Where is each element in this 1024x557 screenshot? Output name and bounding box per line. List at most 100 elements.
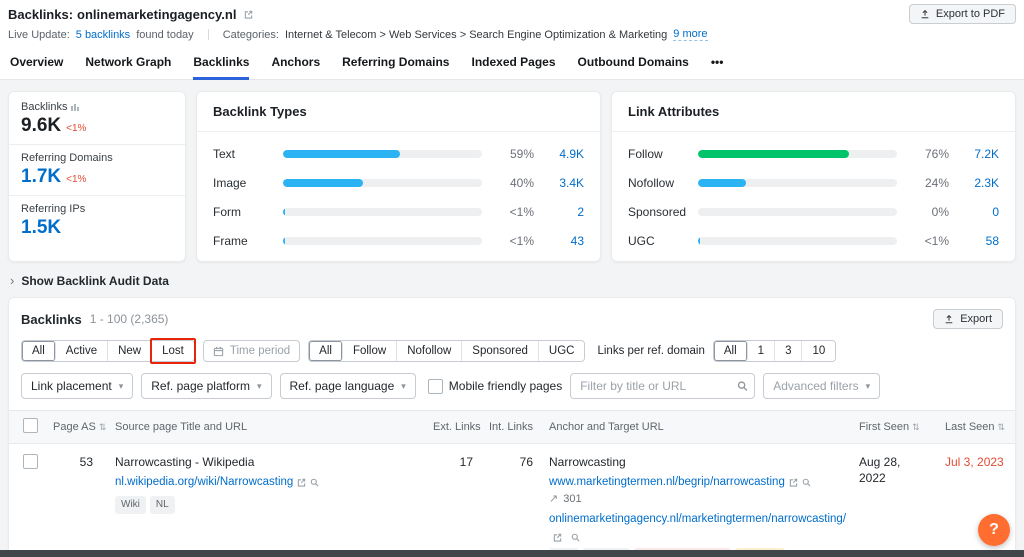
bar-row-image: Image 40% 3.4K (213, 176, 584, 190)
magnifier-icon[interactable] (310, 478, 319, 487)
categories-more-link[interactable]: 9 more (673, 28, 708, 41)
filter-lpd-10[interactable]: 10 (802, 341, 836, 361)
status-filter-group: All Active New Lost (21, 338, 196, 364)
bar-track (698, 237, 897, 245)
show-backlink-audit-toggle[interactable]: › Show Backlink Audit Data (10, 273, 1014, 288)
filter-status-active[interactable]: Active (55, 341, 109, 361)
bar-label: Image (213, 176, 247, 190)
page-as-cell: 53 (45, 443, 107, 557)
link-placement-dropdown[interactable]: Link placement ▾ (21, 373, 134, 399)
ref-ips-value-link[interactable]: 1.5K (21, 217, 61, 239)
redirect-line: ↗ 301 onlinemarketingagency.nl/marketingte… (549, 492, 846, 542)
ref-domains-delta: <1% (66, 174, 87, 185)
tab-backlinks[interactable]: Backlinks (193, 50, 250, 80)
filter-attr-ugc[interactable]: UGC (538, 341, 585, 361)
col-int-links[interactable]: Int. Links (481, 410, 541, 444)
external-link-icon[interactable] (789, 478, 798, 487)
filter-status-new[interactable]: New (108, 341, 153, 361)
tab-overview[interactable]: Overview (10, 50, 63, 80)
tag-pill: Wiki (115, 496, 146, 514)
bar-percent: <1% (509, 205, 534, 219)
sort-icon[interactable]: ⇅ (99, 422, 107, 432)
magnifier-icon[interactable] (571, 533, 580, 542)
filter-attr-follow[interactable]: Follow (342, 341, 398, 361)
page-title-prefix: Backlinks: (8, 6, 74, 22)
tab-more[interactable]: ••• (711, 50, 724, 80)
table-title: Backlinks (21, 311, 82, 327)
filter-lpd-3[interactable]: 3 (775, 341, 803, 361)
filter-attr-sponsored[interactable]: Sponsored (462, 341, 539, 361)
filter-attr-nofollow[interactable]: Nofollow (397, 341, 463, 361)
source-url-link[interactable]: nl.wikipedia.org/wiki/Narrowcasting (115, 476, 293, 488)
link-attributes-title: Link Attributes (628, 104, 720, 119)
ext-links-cell: 17 (425, 443, 481, 557)
export-button[interactable]: Export (933, 309, 1003, 329)
table-header: Page AS ⇅ Source page Title and URL Ext. Li… (9, 410, 1015, 444)
col-last-seen[interactable]: Last Seen ⇅ (937, 410, 1015, 444)
int-links-cell: 76 (481, 443, 541, 557)
tab-indexed-pages[interactable]: Indexed Pages (471, 50, 555, 80)
select-all-checkbox[interactable] (23, 418, 38, 433)
col-first-seen[interactable]: First Seen ⇅ (851, 410, 937, 444)
magnifier-icon[interactable] (802, 478, 811, 487)
backlinks-metric-label: Backlinks (21, 101, 173, 113)
export-to-pdf-label: Export to PDF (935, 8, 1005, 20)
bar-value-link[interactable]: 2 (546, 205, 584, 219)
ref-domains-value-link[interactable]: 1.7K (21, 166, 61, 188)
filter-lpd-all[interactable]: All (713, 341, 748, 361)
bar-track (698, 179, 897, 187)
backlinks-table: Page AS ⇅ Source page Title and URL Ext. Li… (9, 410, 1015, 557)
external-link-icon[interactable] (553, 533, 562, 542)
col-page-as[interactable]: Page AS ⇅ (45, 410, 107, 444)
anchor-url-line: www.marketingtermen.nl/begrip/narrowcast… (549, 474, 843, 490)
source-tags: Wiki NL (115, 492, 417, 514)
anchor-url-link[interactable]: www.marketingtermen.nl/begrip/narrowcast… (549, 476, 785, 488)
tab-anchors[interactable]: Anchors (271, 50, 320, 80)
row-checkbox[interactable] (23, 454, 38, 469)
bar-percent: 0% (931, 205, 949, 219)
chevron-down-icon: ▾ (256, 380, 262, 391)
col-anchor-and-target-url[interactable]: Anchor and Target URL (541, 410, 851, 444)
backlink-types-rows: Text 59% 4.9K Image 40% 3.4K Form <1% 2 Frame <1% 4… (213, 147, 584, 248)
filter-attr-all[interactable]: All (309, 341, 343, 361)
ref-page-language-dropdown[interactable]: Ref. page language ▾ (279, 373, 416, 399)
filter-status-lost[interactable]: Lost (150, 338, 196, 364)
ref-page-platform-dropdown[interactable]: Ref. page platform ▾ (141, 373, 272, 399)
export-label: Export (960, 313, 992, 325)
col-ext-links[interactable]: Ext. Links (425, 410, 481, 444)
external-link-icon[interactable] (244, 10, 253, 19)
sort-icon[interactable]: ⇅ (912, 422, 920, 432)
time-period-button[interactable]: Time period (202, 340, 301, 362)
external-link-icon[interactable] (297, 478, 306, 487)
analyzed-domain: onlinemarketingagency.nl (77, 6, 237, 22)
tab-outbound-domains[interactable]: Outbound Domains (578, 50, 689, 80)
mobile-friendly-checkbox[interactable] (427, 378, 443, 394)
ref-ips-metric-label: Referring IPs (21, 203, 173, 215)
bar-value-link[interactable]: 7.2K (961, 147, 999, 161)
target-url-link[interactable]: onlinemarketingagency.nl/marketingtermen… (549, 512, 846, 528)
col-source-page-title-and-url[interactable]: Source page Title and URL (107, 410, 425, 444)
live-update-link[interactable]: 5 backlinks (76, 29, 130, 41)
bar-value-link[interactable]: 0 (961, 205, 999, 219)
bar-fill (698, 237, 701, 245)
backlinks-metric-text: Backlinks (21, 101, 68, 113)
title-url-filter (570, 373, 756, 399)
help-button[interactable]: ? (978, 514, 1010, 546)
tab-network-graph[interactable]: Network Graph (85, 50, 171, 80)
advanced-filters-dropdown[interactable]: Advanced filters ▾ (763, 373, 881, 399)
bar-value-link[interactable]: 43 (546, 234, 584, 248)
tab-referring-domains[interactable]: Referring Domains (342, 50, 449, 80)
filter-status-all[interactable]: All (22, 341, 56, 361)
sort-icon[interactable]: ⇅ (998, 422, 1006, 432)
bar-value-link[interactable]: 3.4K (546, 176, 584, 190)
filter-search-input[interactable] (570, 373, 756, 399)
bar-value-link[interactable]: 58 (961, 234, 999, 248)
select-all-cell (9, 410, 45, 444)
bar-value-link[interactable]: 4.9K (546, 147, 584, 161)
mobile-friendly-checkbox-label[interactable]: Mobile friendly pages (427, 378, 562, 394)
links-per-domain-group: All 1 3 10 (712, 340, 837, 362)
table-card-header: Backlinks 1 - 100 (2,365) Export (9, 309, 1015, 340)
export-to-pdf-button[interactable]: Export to PDF (908, 4, 1016, 24)
bar-value-link[interactable]: 2.3K (961, 176, 999, 190)
filter-lpd-1[interactable]: 1 (747, 341, 776, 361)
